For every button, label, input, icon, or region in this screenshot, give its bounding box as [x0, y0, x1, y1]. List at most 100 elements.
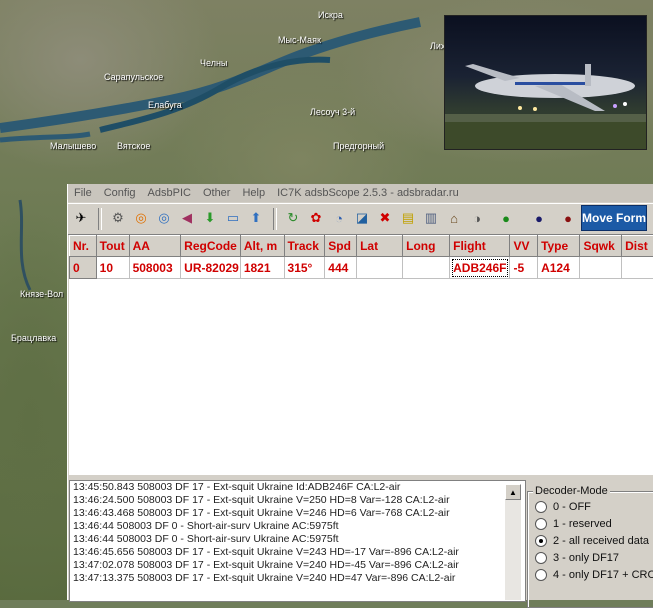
- map-label: Вятское: [117, 141, 150, 151]
- menu-help[interactable]: Help: [236, 187, 271, 199]
- decoder-option-label: 3 - only DF17: [553, 552, 619, 564]
- home-icon[interactable]: ⌂: [444, 208, 464, 228]
- radio-button[interactable]: [535, 569, 547, 581]
- map-label: Мыс-Маяк: [278, 35, 321, 45]
- menu-adsbpic[interactable]: AdsbPIC: [142, 187, 197, 199]
- cell-vv[interactable]: -5: [510, 257, 538, 279]
- radio-button[interactable]: [535, 552, 547, 564]
- window-title: IC7K adsbScope 2.5.3 - adsbradar.ru: [271, 187, 465, 199]
- airplane-icon[interactable]: ✈: [71, 208, 91, 228]
- scroll-up-arrow-icon[interactable]: ▲: [505, 484, 521, 500]
- map-label: Князе-Вол: [20, 289, 63, 299]
- column-header[interactable]: Lat: [357, 236, 403, 257]
- refresh-icon[interactable]: ↻: [283, 208, 303, 228]
- column-header[interactable]: Alt, m: [240, 236, 284, 257]
- upload-icon[interactable]: ⬆: [246, 208, 266, 228]
- cell-type[interactable]: A124: [538, 257, 580, 279]
- radar-icon[interactable]: ◔: [329, 208, 349, 228]
- antenna-icon[interactable]: ◎: [131, 208, 151, 228]
- table-header-row: Nr. Tout AA RegCode Alt, m Track Spd Lat…: [70, 236, 653, 257]
- decoder-option-label: 1 - reserved: [553, 518, 612, 530]
- filter-icon[interactable]: ✿: [306, 208, 326, 228]
- decoder-mode-group: Decoder-Mode 0 - OFF 1 - reserved 2 - al…: [527, 485, 653, 600]
- map-label: Лесоуч 3-й: [310, 107, 355, 117]
- column-header[interactable]: Track: [284, 236, 325, 257]
- radio-button-selected[interactable]: [535, 535, 547, 547]
- table-row[interactable]: 0 10 508003 UR-82029 1821 315° 444 ADB24…: [70, 257, 653, 279]
- cell-lat[interactable]: [357, 257, 403, 279]
- toolbar: ✈ ⚙ ◎ ◎ ◀ ⬇ ▭ ⬆ ↻ ✿ ◔ ◪ ✖ ▤ ▥ ⌂ ◑ ● ● ● …: [68, 203, 653, 235]
- message-log[interactable]: 13:45:50.843 508003 DF 17 - Ext-squit Uk…: [69, 480, 526, 602]
- column-header[interactable]: Flight: [450, 236, 510, 257]
- log-line: 13:47:02.078 508003 DF 17 - Ext-squit Uk…: [70, 559, 525, 572]
- cell-aa[interactable]: 508003: [129, 257, 181, 279]
- map-label: Сарапульское: [104, 72, 163, 82]
- green-led-icon[interactable]: ●: [496, 208, 516, 228]
- cell-sqwk[interactable]: [580, 257, 622, 279]
- download-icon[interactable]: ⬇: [200, 208, 220, 228]
- red-led-icon[interactable]: ●: [558, 208, 578, 228]
- cell-dist[interactable]: [622, 257, 653, 279]
- menu-other[interactable]: Other: [197, 187, 237, 199]
- column-header[interactable]: Long: [403, 236, 450, 257]
- column-header[interactable]: VV: [510, 236, 538, 257]
- decoder-option-label: 4 - only DF17 + CRC-: [553, 569, 653, 581]
- log-line: 13:46:44 508003 DF 0 - Short-air-surv Uk…: [70, 520, 525, 533]
- move-form-button[interactable]: Move Form: [581, 205, 647, 231]
- column-header[interactable]: Spd: [325, 236, 357, 257]
- cell-track[interactable]: 315°: [284, 257, 325, 279]
- menu-file[interactable]: File: [68, 187, 98, 199]
- stop-icon[interactable]: ✖: [375, 208, 395, 228]
- toolbar-separator: [273, 208, 277, 230]
- map-label: Елабуга: [148, 100, 182, 110]
- map-label: Предгорный: [333, 141, 384, 151]
- column-header[interactable]: Type: [538, 236, 580, 257]
- log-line: 13:46:44 508003 DF 0 - Short-air-surv Uk…: [70, 533, 525, 546]
- antenna-blue-icon[interactable]: ◎: [154, 208, 174, 228]
- aircraft-table: Nr. Tout AA RegCode Alt, m Track Spd Lat…: [69, 234, 653, 475]
- radio-button[interactable]: [535, 518, 547, 530]
- decoder-option-label: 0 - OFF: [553, 501, 591, 513]
- decoder-option-1[interactable]: 1 - reserved: [535, 518, 612, 530]
- cycle-icon[interactable]: ◑: [467, 208, 487, 228]
- log-line: 13:46:24.500 508003 DF 17 - Ext-squit Uk…: [70, 494, 525, 507]
- gear-icon[interactable]: ⚙: [108, 208, 128, 228]
- toolbar-separator: [98, 208, 102, 230]
- column-header[interactable]: Dist: [622, 236, 653, 257]
- note-icon[interactable]: ▤: [398, 208, 418, 228]
- blue-led-icon[interactable]: ●: [529, 208, 549, 228]
- satellite-icon[interactable]: ◪: [352, 208, 372, 228]
- menu-config[interactable]: Config: [98, 187, 142, 199]
- decoder-option-3[interactable]: 3 - only DF17: [535, 552, 619, 564]
- column-header[interactable]: RegCode: [181, 236, 241, 257]
- cell-long[interactable]: [403, 257, 450, 279]
- chat-icon[interactable]: ▭: [223, 208, 243, 228]
- map-label: Искра: [318, 10, 343, 20]
- log-line: 13:46:45.656 508003 DF 17 - Ext-squit Uk…: [70, 546, 525, 559]
- list-icon[interactable]: ▥: [421, 208, 441, 228]
- column-header[interactable]: Sqwk: [580, 236, 622, 257]
- cell-flight[interactable]: ADB246F: [450, 257, 510, 279]
- map-label: Челны: [200, 58, 227, 68]
- radio-button[interactable]: [535, 501, 547, 513]
- cell-nr[interactable]: 0: [70, 257, 97, 279]
- menu-bar: File Config AdsbPIC Other Help IC7K adsb…: [68, 184, 653, 202]
- cell-spd[interactable]: 444: [325, 257, 357, 279]
- cell-alt[interactable]: 1821: [240, 257, 284, 279]
- log-scrollbar[interactable]: ▲: [505, 484, 521, 600]
- column-header[interactable]: Tout: [96, 236, 129, 257]
- log-line: 13:47:13.375 508003 DF 17 - Ext-squit Uk…: [70, 572, 525, 585]
- column-header[interactable]: AA: [129, 236, 181, 257]
- cell-regcode[interactable]: UR-82029: [181, 257, 241, 279]
- cell-tout[interactable]: 10: [96, 257, 129, 279]
- aircraft-photo: [444, 15, 647, 150]
- speaker-icon[interactable]: ◀: [177, 208, 197, 228]
- decoder-option-2[interactable]: 2 - all received data: [535, 535, 649, 547]
- airplane-image: [445, 16, 646, 149]
- decoder-option-4[interactable]: 4 - only DF17 + CRC-: [535, 569, 653, 581]
- column-header[interactable]: Nr.: [70, 236, 97, 257]
- adsbscope-window: File Config AdsbPIC Other Help IC7K adsb…: [67, 184, 653, 600]
- map-label: Малышево: [50, 141, 96, 151]
- decoder-option-0[interactable]: 0 - OFF: [535, 501, 591, 513]
- log-line: 13:46:43.468 508003 DF 17 - Ext-squit Uk…: [70, 507, 525, 520]
